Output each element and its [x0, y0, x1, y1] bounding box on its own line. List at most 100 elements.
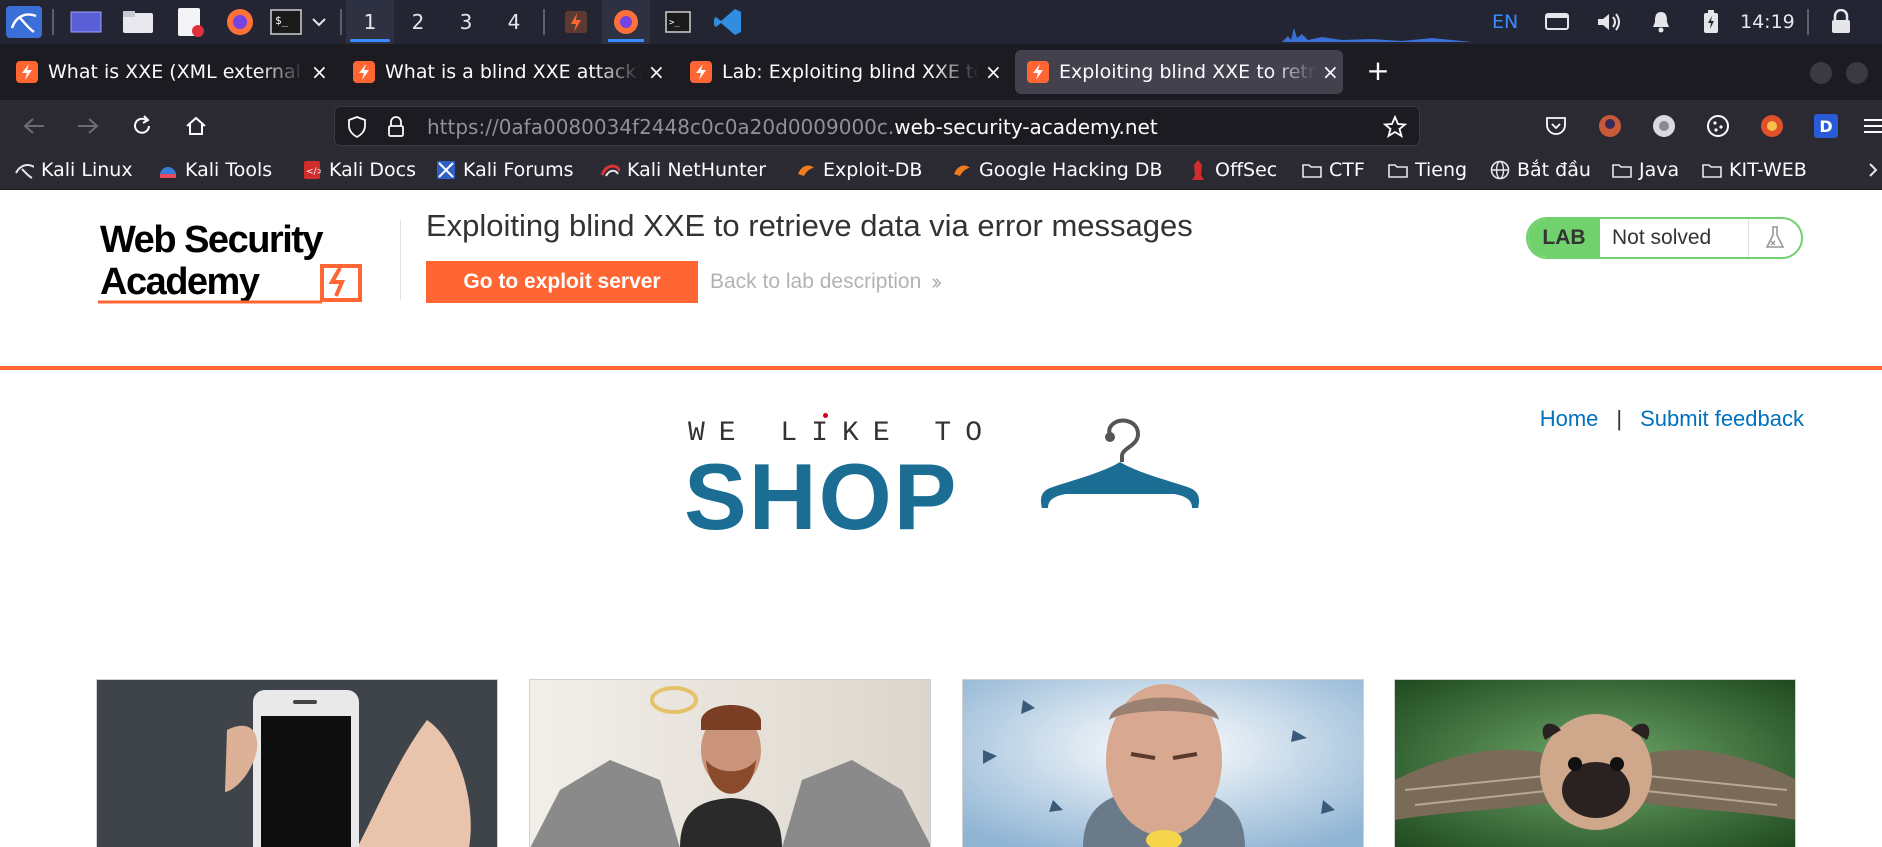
extension-avatar-icon[interactable]: [1596, 112, 1624, 140]
bookmark-exploit-db[interactable]: Exploit-DB: [796, 152, 922, 188]
bookmark-google-hacking-db[interactable]: Google Hacking DB: [952, 152, 1163, 188]
volume-icon[interactable]: [1592, 6, 1626, 38]
close-tab-icon[interactable]: ×: [307, 60, 332, 84]
firefox-task-icon[interactable]: [602, 0, 650, 44]
reload-icon[interactable]: [124, 108, 160, 144]
kali-icon: [14, 160, 34, 180]
close-tab-icon[interactable]: ×: [1318, 60, 1343, 84]
battery-icon[interactable]: [1694, 6, 1728, 38]
bookmark-label: CTF: [1329, 159, 1365, 181]
bookmark-label: Kali Linux: [41, 159, 133, 181]
back-link-label: Back to lab description: [710, 270, 922, 293]
home-icon[interactable]: [178, 108, 214, 144]
notification-bell-icon[interactable]: [1644, 6, 1678, 38]
bookmark-label: Google Hacking DB: [979, 159, 1163, 181]
svg-text:>_: >_: [669, 18, 680, 28]
back-arrow-icon[interactable]: [16, 108, 52, 144]
product-image-smartphone[interactable]: [96, 679, 498, 847]
extension-globe-icon[interactable]: [1650, 112, 1678, 140]
web-security-academy-logo[interactable]: Web Security Academy: [96, 216, 406, 306]
cookie-icon[interactable]: [1704, 112, 1732, 140]
extension-fox-icon[interactable]: [1758, 112, 1786, 140]
extension-d-icon[interactable]: D: [1812, 112, 1840, 140]
workspace-3[interactable]: 3: [442, 0, 490, 44]
bookmark-bat-dau[interactable]: Bắt đầu: [1490, 152, 1591, 188]
keyboard-language[interactable]: EN: [1492, 0, 1518, 44]
bookmark-kali-tools[interactable]: Kali Tools: [158, 152, 272, 188]
close-tab-icon[interactable]: ×: [981, 60, 1006, 84]
window-maximize-button[interactable]: [1846, 62, 1868, 84]
folder-icon: [1302, 160, 1322, 180]
clock[interactable]: 14:19: [1740, 0, 1795, 44]
pocket-icon[interactable]: [1542, 112, 1570, 140]
url-prefix: https://0afa0080034f2448c0c0a20d0009000c…: [427, 115, 895, 139]
bookmark-offsec[interactable]: OffSec: [1188, 152, 1277, 188]
bookmark-folder-tieng[interactable]: Tieng: [1388, 152, 1467, 188]
bookmark-label: Kali NetHunter: [627, 159, 767, 181]
new-tab-button[interactable]: +: [1362, 56, 1394, 88]
bookmark-folder-kit-web[interactable]: KIT-WEB: [1702, 152, 1807, 188]
go-to-exploit-server-button[interactable]: Go to exploit server: [426, 261, 698, 303]
bookmark-kali-linux[interactable]: Kali Linux: [14, 152, 133, 188]
text-editor-icon[interactable]: [170, 6, 210, 38]
bookmark-kali-forums[interactable]: Kali Forums: [436, 152, 574, 188]
forward-arrow-icon[interactable]: [70, 108, 106, 144]
bookmark-star-icon[interactable]: [1382, 114, 1408, 143]
kali-tools-icon: [158, 160, 178, 180]
portswigger-favicon-icon: [1027, 61, 1049, 83]
bookmark-label: Kali Docs: [329, 159, 416, 181]
desktop-icon[interactable]: [66, 6, 106, 38]
product-image-angel[interactable]: [529, 679, 931, 847]
url-text[interactable]: https://0afa0080034f2448c0c0a20d0009000c…: [427, 107, 1158, 147]
menu-hamburger-icon[interactable]: [1862, 112, 1882, 140]
tab-what-is-xxe[interactable]: What is XXE (XML external entity) inject…: [4, 50, 332, 94]
firefox-icon[interactable]: [220, 6, 260, 38]
site-navigation: Home | Submit feedback: [1540, 406, 1804, 432]
workspace-4[interactable]: 4: [490, 0, 538, 44]
padlock-icon[interactable]: [387, 116, 405, 142]
kali-menu-icon[interactable]: [4, 6, 44, 38]
terminal-icon[interactable]: $_: [266, 6, 306, 38]
kali-forums-icon: [436, 160, 456, 180]
globe-icon: [1490, 160, 1510, 180]
kali-docs-icon: </>: [302, 160, 322, 180]
product-image-lemon-face[interactable]: [962, 679, 1364, 847]
navigation-toolbar: https://0afa0080034f2448c0c0a20d0009000c…: [0, 100, 1882, 152]
bookmark-folder-ctf[interactable]: CTF: [1302, 152, 1365, 188]
terminal-task-icon[interactable]: >_: [654, 0, 702, 44]
banner-shop-text: SHOP: [684, 444, 959, 549]
we-like-to-shop-banner: WE LIKE TO SHOP: [680, 410, 1220, 550]
chevron-down-icon[interactable]: [308, 6, 330, 38]
workspace-2[interactable]: 2: [394, 0, 442, 44]
display-icon[interactable]: [1540, 6, 1574, 38]
vscode-task-icon[interactable]: [704, 0, 752, 44]
burp-suite-task-icon[interactable]: [552, 0, 600, 44]
portswigger-favicon-icon: [690, 61, 712, 83]
tracking-shield-icon[interactable]: [347, 116, 367, 142]
os-taskbar: $_ 1 2 3 4 >_ EN 14:19: [0, 0, 1882, 44]
tab-lab-description[interactable]: Lab: Exploiting blind XXE to retrieve da…: [678, 50, 1006, 94]
folder-icon: [1702, 160, 1722, 180]
submit-feedback-link[interactable]: Submit feedback: [1640, 406, 1804, 432]
bookmark-folder-java[interactable]: Java: [1612, 152, 1679, 188]
tab-title: What is XXE (XML external entity) inject…: [48, 61, 305, 83]
bookmark-label: Kali Tools: [185, 159, 273, 181]
file-manager-icon[interactable]: [118, 6, 158, 38]
window-minimize-button[interactable]: [1810, 62, 1832, 84]
workspace-1[interactable]: 1: [346, 0, 394, 44]
tab-title: Lab: Exploiting blind XXE to retrieve da…: [722, 61, 979, 83]
product-image-flying-pug[interactable]: [1394, 679, 1796, 847]
back-to-lab-description-link[interactable]: Back to lab description ››: [710, 261, 942, 303]
tab-title: Exploiting blind XXE to retrieve data vi…: [1059, 61, 1316, 83]
bookmark-kali-nethunter[interactable]: Kali NetHunter: [600, 152, 766, 188]
lab-status-text: Not solved: [1600, 219, 1749, 257]
bookmarks-overflow-chevron-icon[interactable]: [1868, 152, 1882, 188]
tab-what-is-blind-xxe[interactable]: What is a blind XXE attack? ×: [341, 50, 669, 94]
lock-screen-icon[interactable]: [1822, 6, 1860, 38]
bookmark-label: KIT-WEB: [1729, 159, 1807, 181]
bookmark-kali-docs[interactable]: </> Kali Docs: [302, 152, 416, 188]
tab-current-lab[interactable]: Exploiting blind XXE to retrieve data vi…: [1015, 50, 1343, 94]
url-bar[interactable]: https://0afa0080034f2448c0c0a20d0009000c…: [334, 106, 1420, 146]
close-tab-icon[interactable]: ×: [644, 60, 669, 84]
home-link[interactable]: Home: [1540, 406, 1599, 432]
